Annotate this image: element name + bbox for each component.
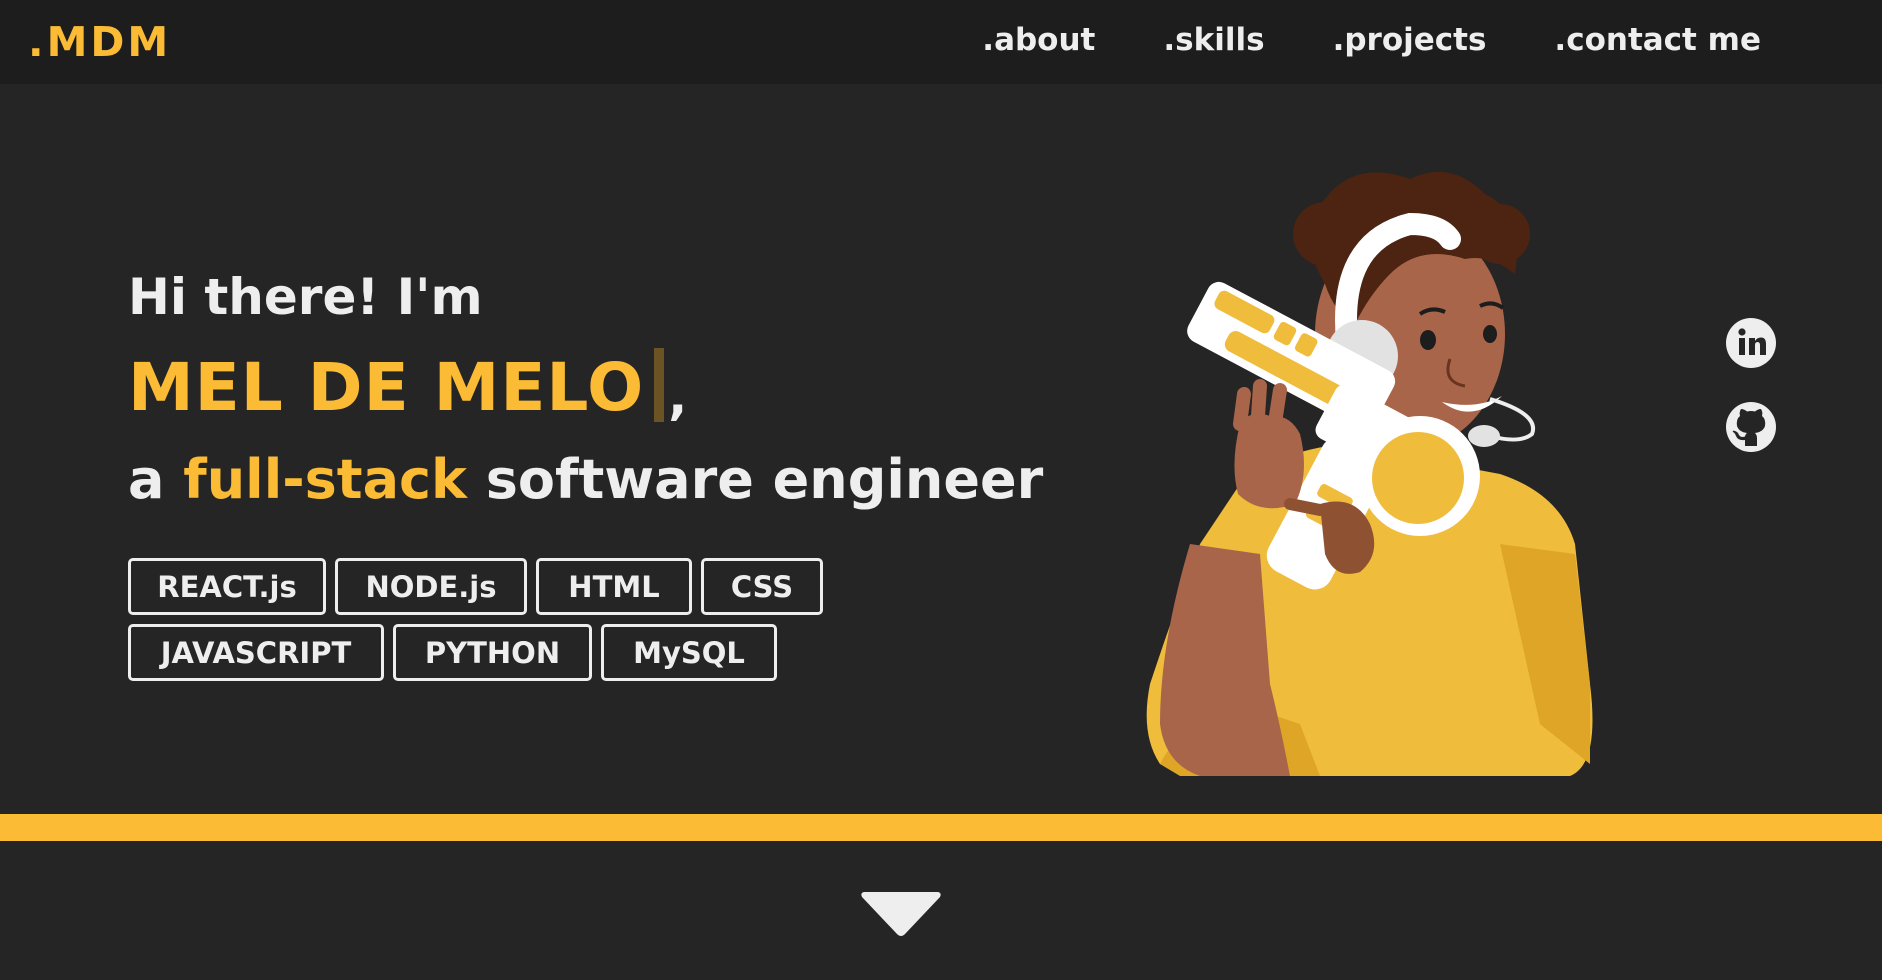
site-logo[interactable]: .MDM — [28, 18, 171, 66]
skill-tag: HTML — [536, 558, 692, 615]
hero-name-comma: , — [668, 368, 688, 426]
nav-links: .about .skills .projects .contact me — [982, 22, 1761, 58]
nav-link-contact[interactable]: .contact me — [1554, 22, 1761, 58]
skill-tag: PYTHON — [393, 624, 592, 681]
skill-row: JAVASCRIPT PYTHON MySQL — [128, 624, 848, 681]
skill-tag: MySQL — [601, 624, 777, 681]
skill-tag: JAVASCRIPT — [128, 624, 384, 681]
nav-link-about[interactable]: .about — [982, 22, 1095, 58]
social-links — [1724, 316, 1778, 484]
role-accent: full-stack — [183, 448, 467, 511]
person-with-headset-and-toy-blaster-illustration — [1146, 171, 1593, 776]
linkedin-icon[interactable] — [1724, 316, 1778, 370]
hero-name: MEL DE MELO — [128, 349, 645, 426]
github-icon[interactable] — [1724, 400, 1778, 454]
nav-link-skills[interactable]: .skills — [1163, 22, 1264, 58]
hero-greeting: Hi there! I'm — [128, 268, 483, 326]
hero-role: a full-stack software engineer — [128, 448, 1043, 511]
role-suffix: software engineer — [466, 448, 1044, 511]
typing-cursor — [654, 348, 665, 422]
accent-stripe — [0, 814, 1882, 841]
chevron-down-icon[interactable] — [858, 888, 944, 940]
nav-link-projects[interactable]: .projects — [1333, 22, 1487, 58]
skill-tag: NODE.js — [335, 558, 527, 615]
skill-tag: CSS — [701, 558, 823, 615]
skill-tag: REACT.js — [128, 558, 326, 615]
role-prefix: a — [128, 448, 184, 511]
skill-tags: REACT.js NODE.js HTML CSS JAVASCRIPT PYT… — [128, 558, 848, 690]
hero-section: Hi there! I'm MEL DE MELO , a full-stack… — [0, 84, 1882, 814]
hero-name-line: MEL DE MELO , — [128, 348, 687, 426]
navbar: .MDM .about .skills .projects .contact m… — [0, 0, 1882, 84]
skill-row: REACT.js NODE.js HTML CSS — [128, 558, 848, 615]
